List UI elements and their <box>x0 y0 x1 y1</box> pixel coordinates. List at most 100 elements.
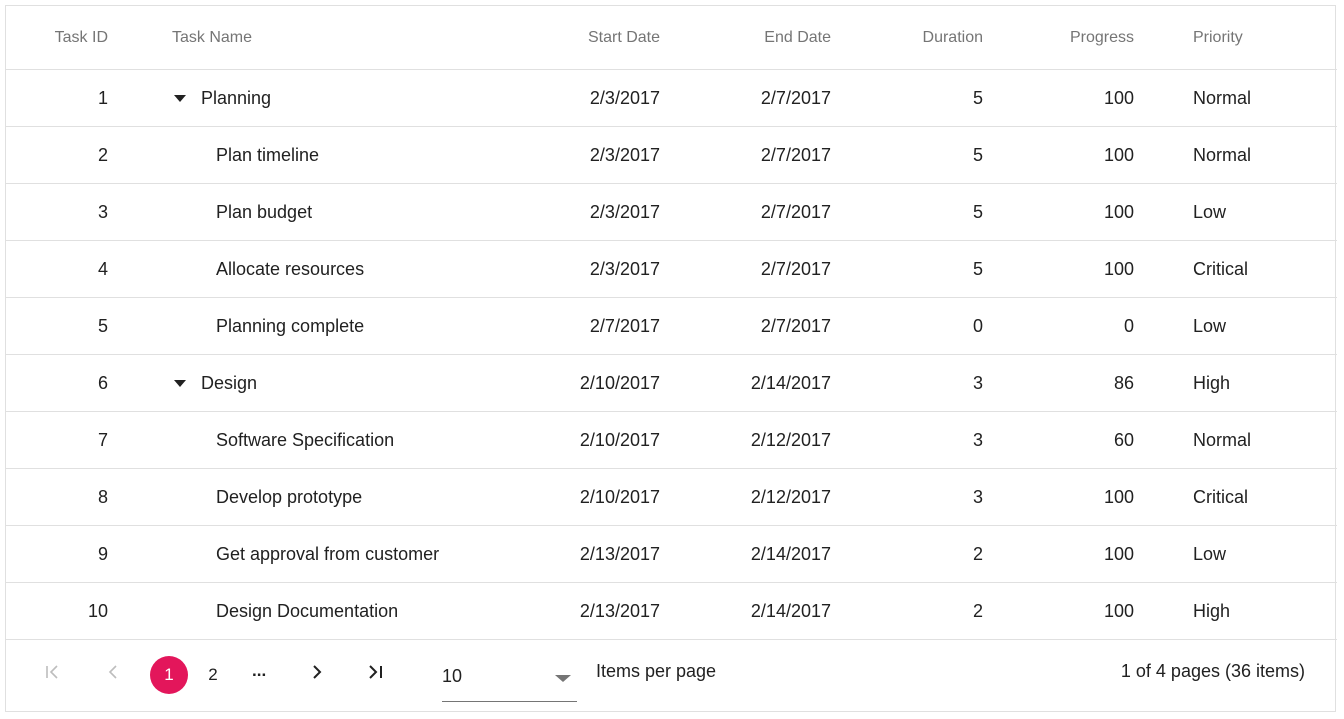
task-name-cell: Design Documentation <box>138 582 510 640</box>
tree-grid-table: Task ID Task Name Start Date End Date Du… <box>6 6 1337 640</box>
task-id-cell: 3 <box>6 183 138 241</box>
end-date-cell: 2/12/2017 <box>660 468 831 526</box>
progress-cell: 100 <box>983 126 1134 184</box>
task-name-label: Software Specification <box>216 429 395 450</box>
table-row[interactable]: 7 Software Specification 2/10/2017 2/12/201… <box>6 411 1337 469</box>
expand-collapse-icon[interactable] <box>174 94 186 102</box>
progress-cell: 100 <box>983 240 1134 298</box>
progress-cell: 100 <box>983 525 1134 583</box>
start-date-cell: 2/10/2017 <box>510 468 660 526</box>
priority-cell: Normal <box>1134 126 1337 184</box>
table-row[interactable]: 10 Design Documentation 2/13/2017 2/14/2017… <box>6 582 1337 640</box>
progress-cell: 86 <box>983 354 1134 412</box>
duration-cell: 2 <box>831 525 983 583</box>
task-name-label: Allocate resources <box>216 258 365 279</box>
progress-cell: 100 <box>983 69 1134 127</box>
first-page-icon[interactable] <box>44 663 62 686</box>
task-name-cell: Design <box>138 354 510 412</box>
page-number-1[interactable]: 1 <box>150 656 188 694</box>
start-date-cell: 2/13/2017 <box>510 525 660 583</box>
table-row[interactable]: 1 Planning 2/3/2017 2/7/2017 5 100 Normal <box>6 69 1337 127</box>
task-id-cell: 7 <box>6 411 138 469</box>
column-header-priority[interactable]: Priority <box>1134 6 1337 70</box>
next-page-icon[interactable] <box>308 663 326 686</box>
end-date-cell: 2/14/2017 <box>660 525 831 583</box>
task-name-cell: Develop prototype <box>138 468 510 526</box>
chevron-down-icon <box>555 675 571 682</box>
task-name-cell: Plan budget <box>138 183 510 241</box>
task-name-label: Plan timeline <box>216 144 320 165</box>
table-row[interactable]: 9 Get approval from customer 2/13/2017 2/14… <box>6 525 1337 583</box>
progress-cell: 60 <box>983 411 1134 469</box>
duration-cell: 0 <box>831 297 983 355</box>
task-name-cell: Allocate resources <box>138 240 510 298</box>
task-name-label: Develop prototype <box>216 486 363 507</box>
priority-cell: Normal <box>1134 411 1337 469</box>
task-id-cell: 10 <box>6 582 138 640</box>
end-date-cell: 2/7/2017 <box>660 297 831 355</box>
progress-cell: 100 <box>983 183 1134 241</box>
end-date-cell: 2/7/2017 <box>660 183 831 241</box>
start-date-cell: 2/10/2017 <box>510 354 660 412</box>
task-name-cell: Get approval from customer <box>138 525 510 583</box>
task-id-cell: 4 <box>6 240 138 298</box>
header-row: Task ID Task Name Start Date End Date Du… <box>6 6 1337 70</box>
table-row[interactable]: 3 Plan budget 2/3/2017 2/7/2017 5 100 Low <box>6 183 1337 241</box>
page-size-dropdown[interactable]: 10 <box>442 656 577 702</box>
page-number-2[interactable]: 2 <box>194 656 232 694</box>
items-per-page-label: Items per page <box>596 661 717 681</box>
end-date-cell: 2/14/2017 <box>660 582 831 640</box>
priority-cell: Critical <box>1134 240 1337 298</box>
expand-collapse-icon[interactable] <box>174 379 186 387</box>
priority-cell: Critical <box>1134 468 1337 526</box>
duration-cell: 5 <box>831 69 983 127</box>
task-name-label: Planning <box>201 87 272 108</box>
start-date-cell: 2/10/2017 <box>510 411 660 469</box>
duration-cell: 2 <box>831 582 983 640</box>
priority-cell: High <box>1134 354 1337 412</box>
end-date-cell: 2/14/2017 <box>660 354 831 412</box>
pager: 1 2 ... 10 Items per page 1 of 4 pages (… <box>6 639 1335 711</box>
progress-cell: 0 <box>983 297 1134 355</box>
end-date-cell: 2/7/2017 <box>660 126 831 184</box>
tree-grid-body: 1 Planning 2/3/2017 2/7/2017 5 100 Normal 2 Plan… <box>6 69 1337 640</box>
task-name-label: Design <box>201 372 258 393</box>
end-date-cell: 2/7/2017 <box>660 69 831 127</box>
task-id-cell: 2 <box>6 126 138 184</box>
task-id-cell: 9 <box>6 525 138 583</box>
task-name-cell: Planning <box>138 69 510 127</box>
task-name-cell: Planning complete <box>138 297 510 355</box>
start-date-cell: 2/13/2017 <box>510 582 660 640</box>
duration-cell: 3 <box>831 468 983 526</box>
task-id-cell: 5 <box>6 297 138 355</box>
more-pages-ellipsis[interactable]: ... <box>252 661 266 681</box>
start-date-cell: 2/3/2017 <box>510 126 660 184</box>
table-row[interactable]: 4 Allocate resources 2/3/2017 2/7/2017 5 100 C… <box>6 240 1337 298</box>
column-header-end-date[interactable]: End Date <box>660 6 831 70</box>
table-row[interactable]: 6 Design 2/10/2017 2/14/2017 3 86 High <box>6 354 1337 412</box>
column-header-task-id[interactable]: Task ID <box>6 6 138 70</box>
task-name-label: Design Documentation <box>216 600 399 621</box>
page-size-value: 10 <box>442 666 463 686</box>
priority-cell: High <box>1134 582 1337 640</box>
table-row[interactable]: 5 Planning complete 2/7/2017 2/7/2017 0 0 Low <box>6 297 1337 355</box>
priority-cell: Normal <box>1134 69 1337 127</box>
last-page-icon[interactable] <box>366 663 384 686</box>
column-header-task-name[interactable]: Task Name <box>138 6 510 70</box>
duration-cell: 5 <box>831 183 983 241</box>
column-header-progress[interactable]: Progress <box>983 6 1134 70</box>
priority-cell: Low <box>1134 183 1337 241</box>
column-header-start-date[interactable]: Start Date <box>510 6 660 70</box>
previous-page-icon[interactable] <box>104 663 122 686</box>
task-name-cell: Software Specification <box>138 411 510 469</box>
table-row[interactable]: 2 Plan timeline 2/3/2017 2/7/2017 5 100 Normal <box>6 126 1337 184</box>
tree-grid: Task ID Task Name Start Date End Date Du… <box>5 5 1337 712</box>
column-header-duration[interactable]: Duration <box>831 6 983 70</box>
duration-cell: 3 <box>831 354 983 412</box>
table-row[interactable]: 8 Develop prototype 2/10/2017 2/12/2017 3 100… <box>6 468 1337 526</box>
duration-cell: 3 <box>831 411 983 469</box>
duration-cell: 5 <box>831 240 983 298</box>
priority-cell: Low <box>1134 297 1337 355</box>
task-name-cell: Plan timeline <box>138 126 510 184</box>
priority-cell: Low <box>1134 525 1337 583</box>
